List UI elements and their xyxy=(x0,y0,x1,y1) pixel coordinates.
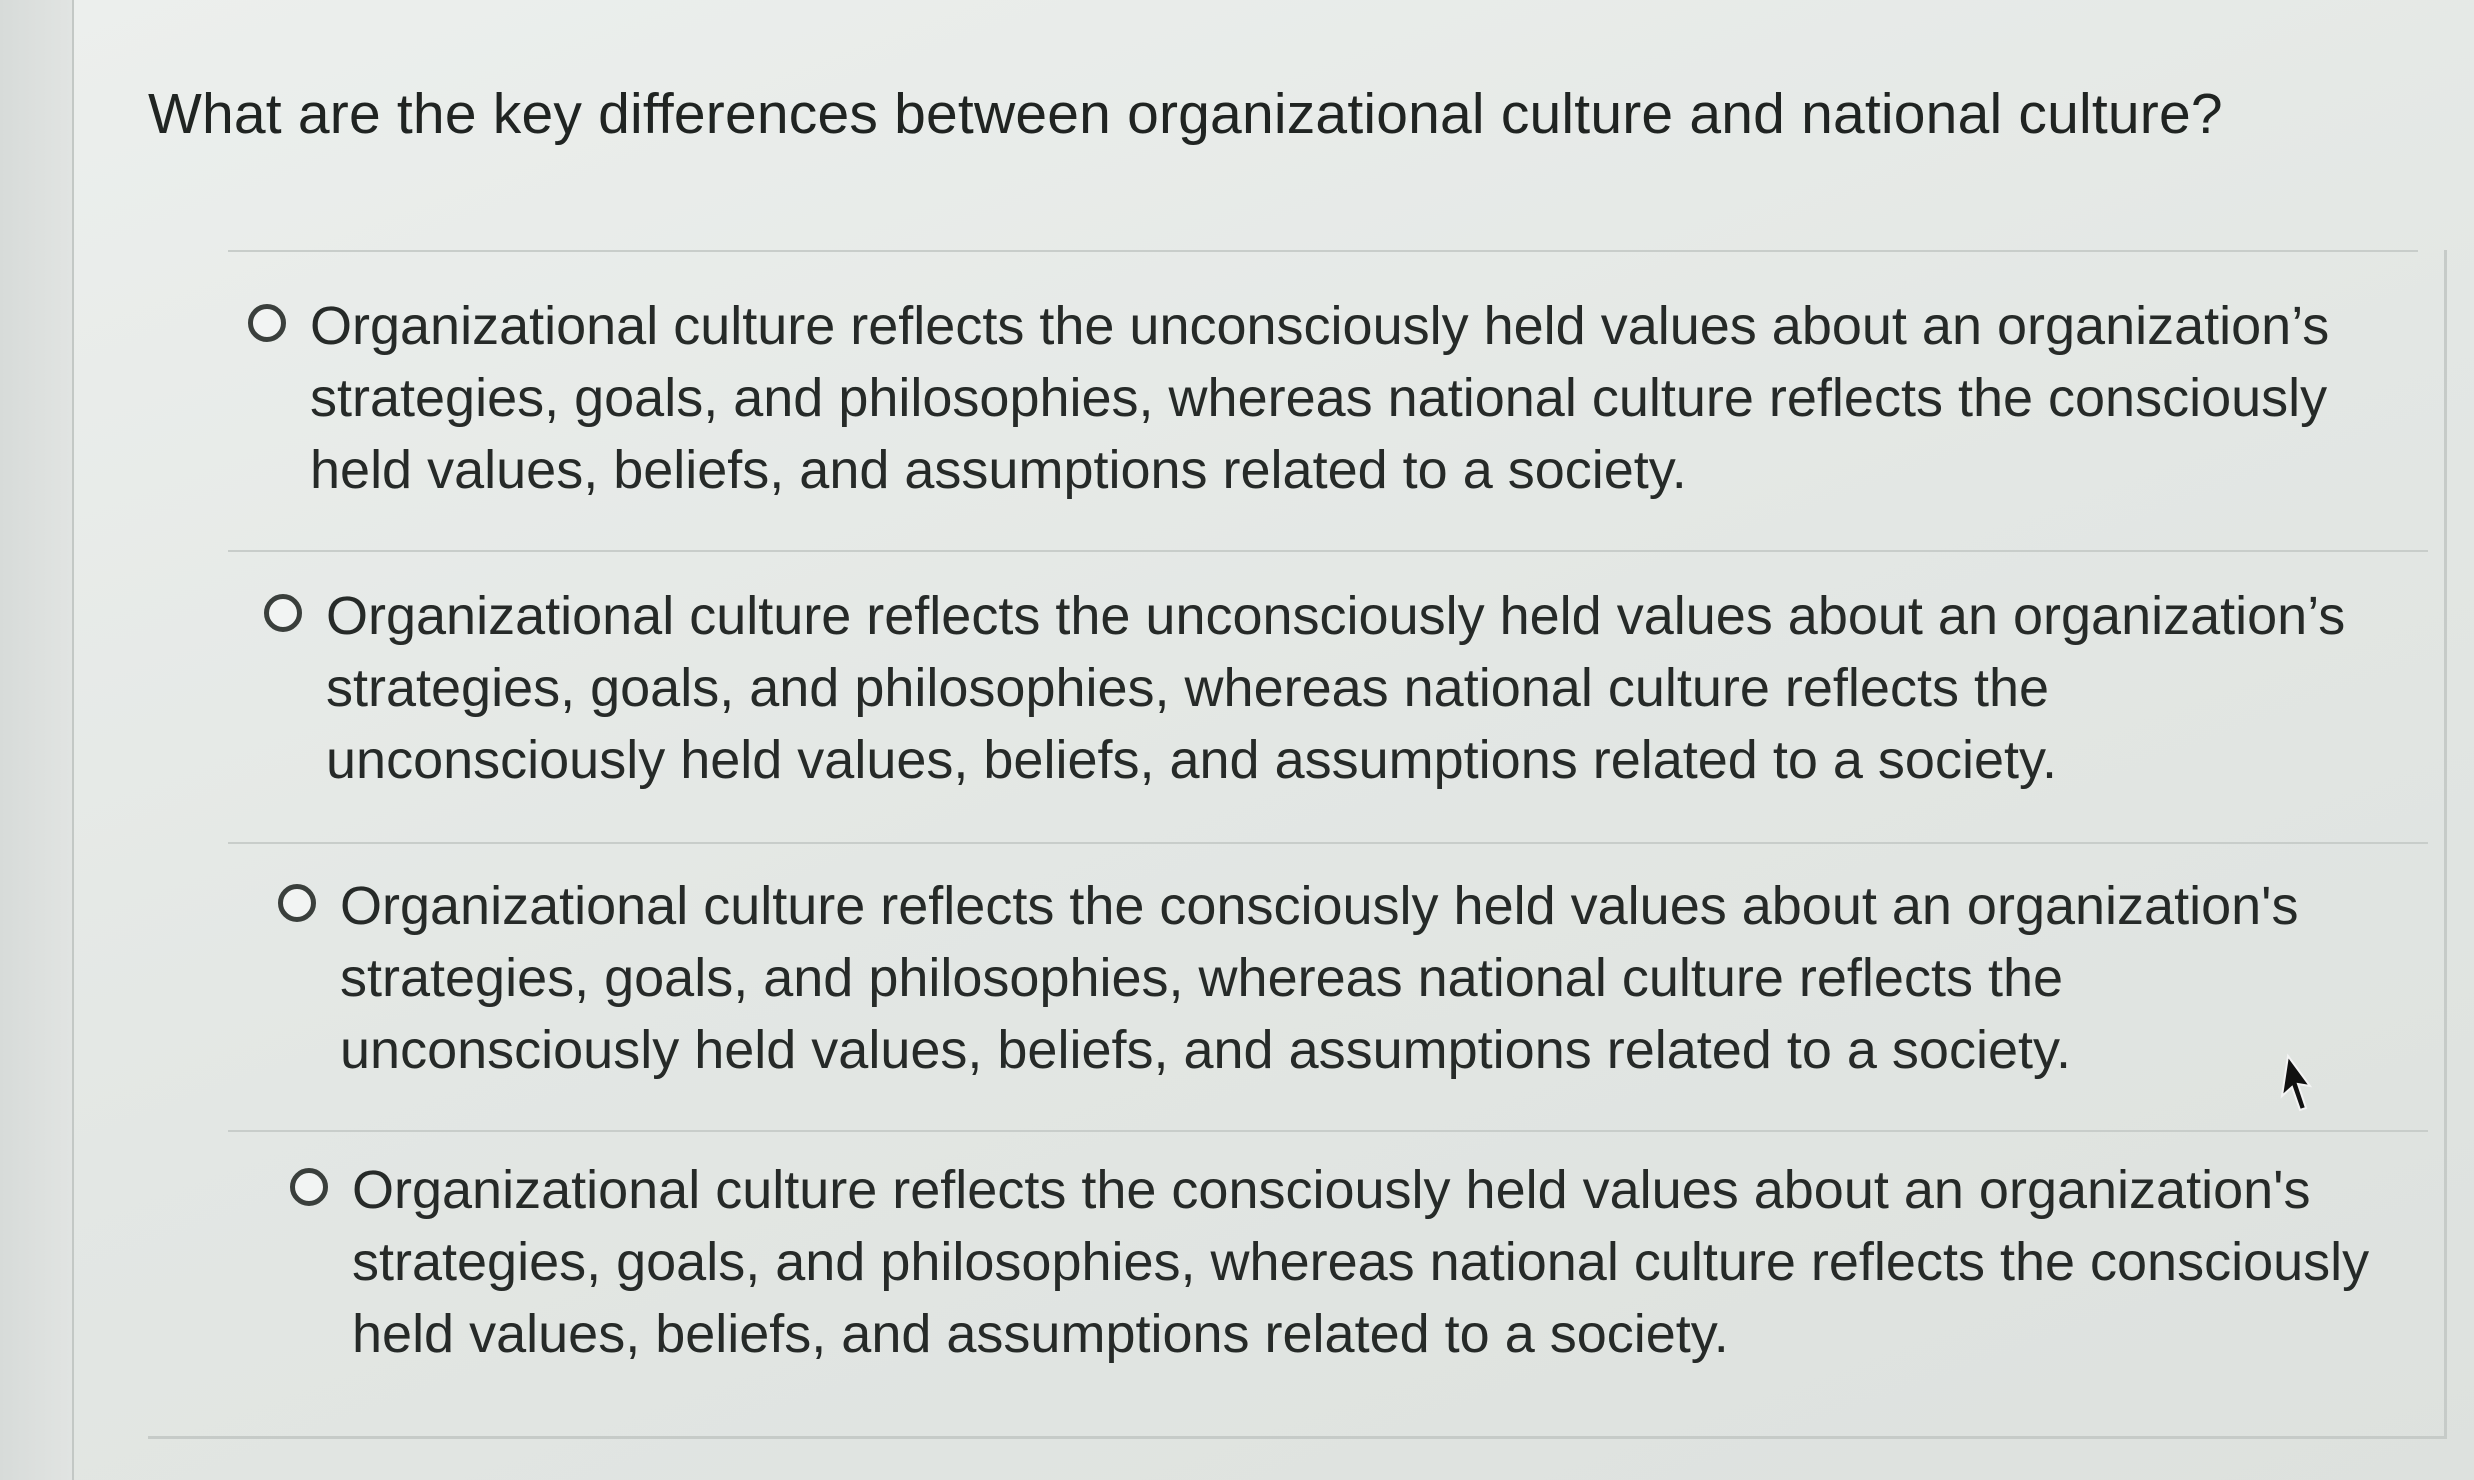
answer-choices: Organizational culture reflects the unco… xyxy=(148,250,2447,1439)
answer-option-label: Organizational culture reflects the cons… xyxy=(340,876,2299,1080)
divider xyxy=(228,250,2418,252)
radio-button-icon[interactable] xyxy=(290,1168,328,1206)
quiz-screen: What are the key differences between org… xyxy=(0,0,2474,1480)
radio-button-icon[interactable] xyxy=(264,594,302,632)
answer-option-3[interactable]: Organizational culture reflects the cons… xyxy=(278,870,2400,1086)
answer-option-label: Organizational culture reflects the unco… xyxy=(310,296,2330,500)
mouse-pointer-icon xyxy=(2280,1053,2313,1112)
question-text: What are the key differences between org… xyxy=(148,82,2223,146)
answer-option-label: Organizational culture reflects the cons… xyxy=(352,1160,2370,1364)
left-panel-edge xyxy=(0,0,75,1480)
answer-option-label: Organizational culture reflects the unco… xyxy=(326,586,2346,790)
question-card: What are the key differences between org… xyxy=(74,0,2474,1480)
answer-option-2[interactable]: Organizational culture reflects the unco… xyxy=(264,580,2386,796)
radio-button-icon[interactable] xyxy=(278,884,316,922)
divider xyxy=(228,550,2428,552)
answer-option-1[interactable]: Organizational culture reflects the unco… xyxy=(248,290,2370,506)
divider xyxy=(228,1130,2428,1132)
divider xyxy=(228,842,2428,844)
radio-button-icon[interactable] xyxy=(248,304,286,342)
answer-option-4[interactable]: Organizational culture reflects the cons… xyxy=(290,1154,2412,1370)
